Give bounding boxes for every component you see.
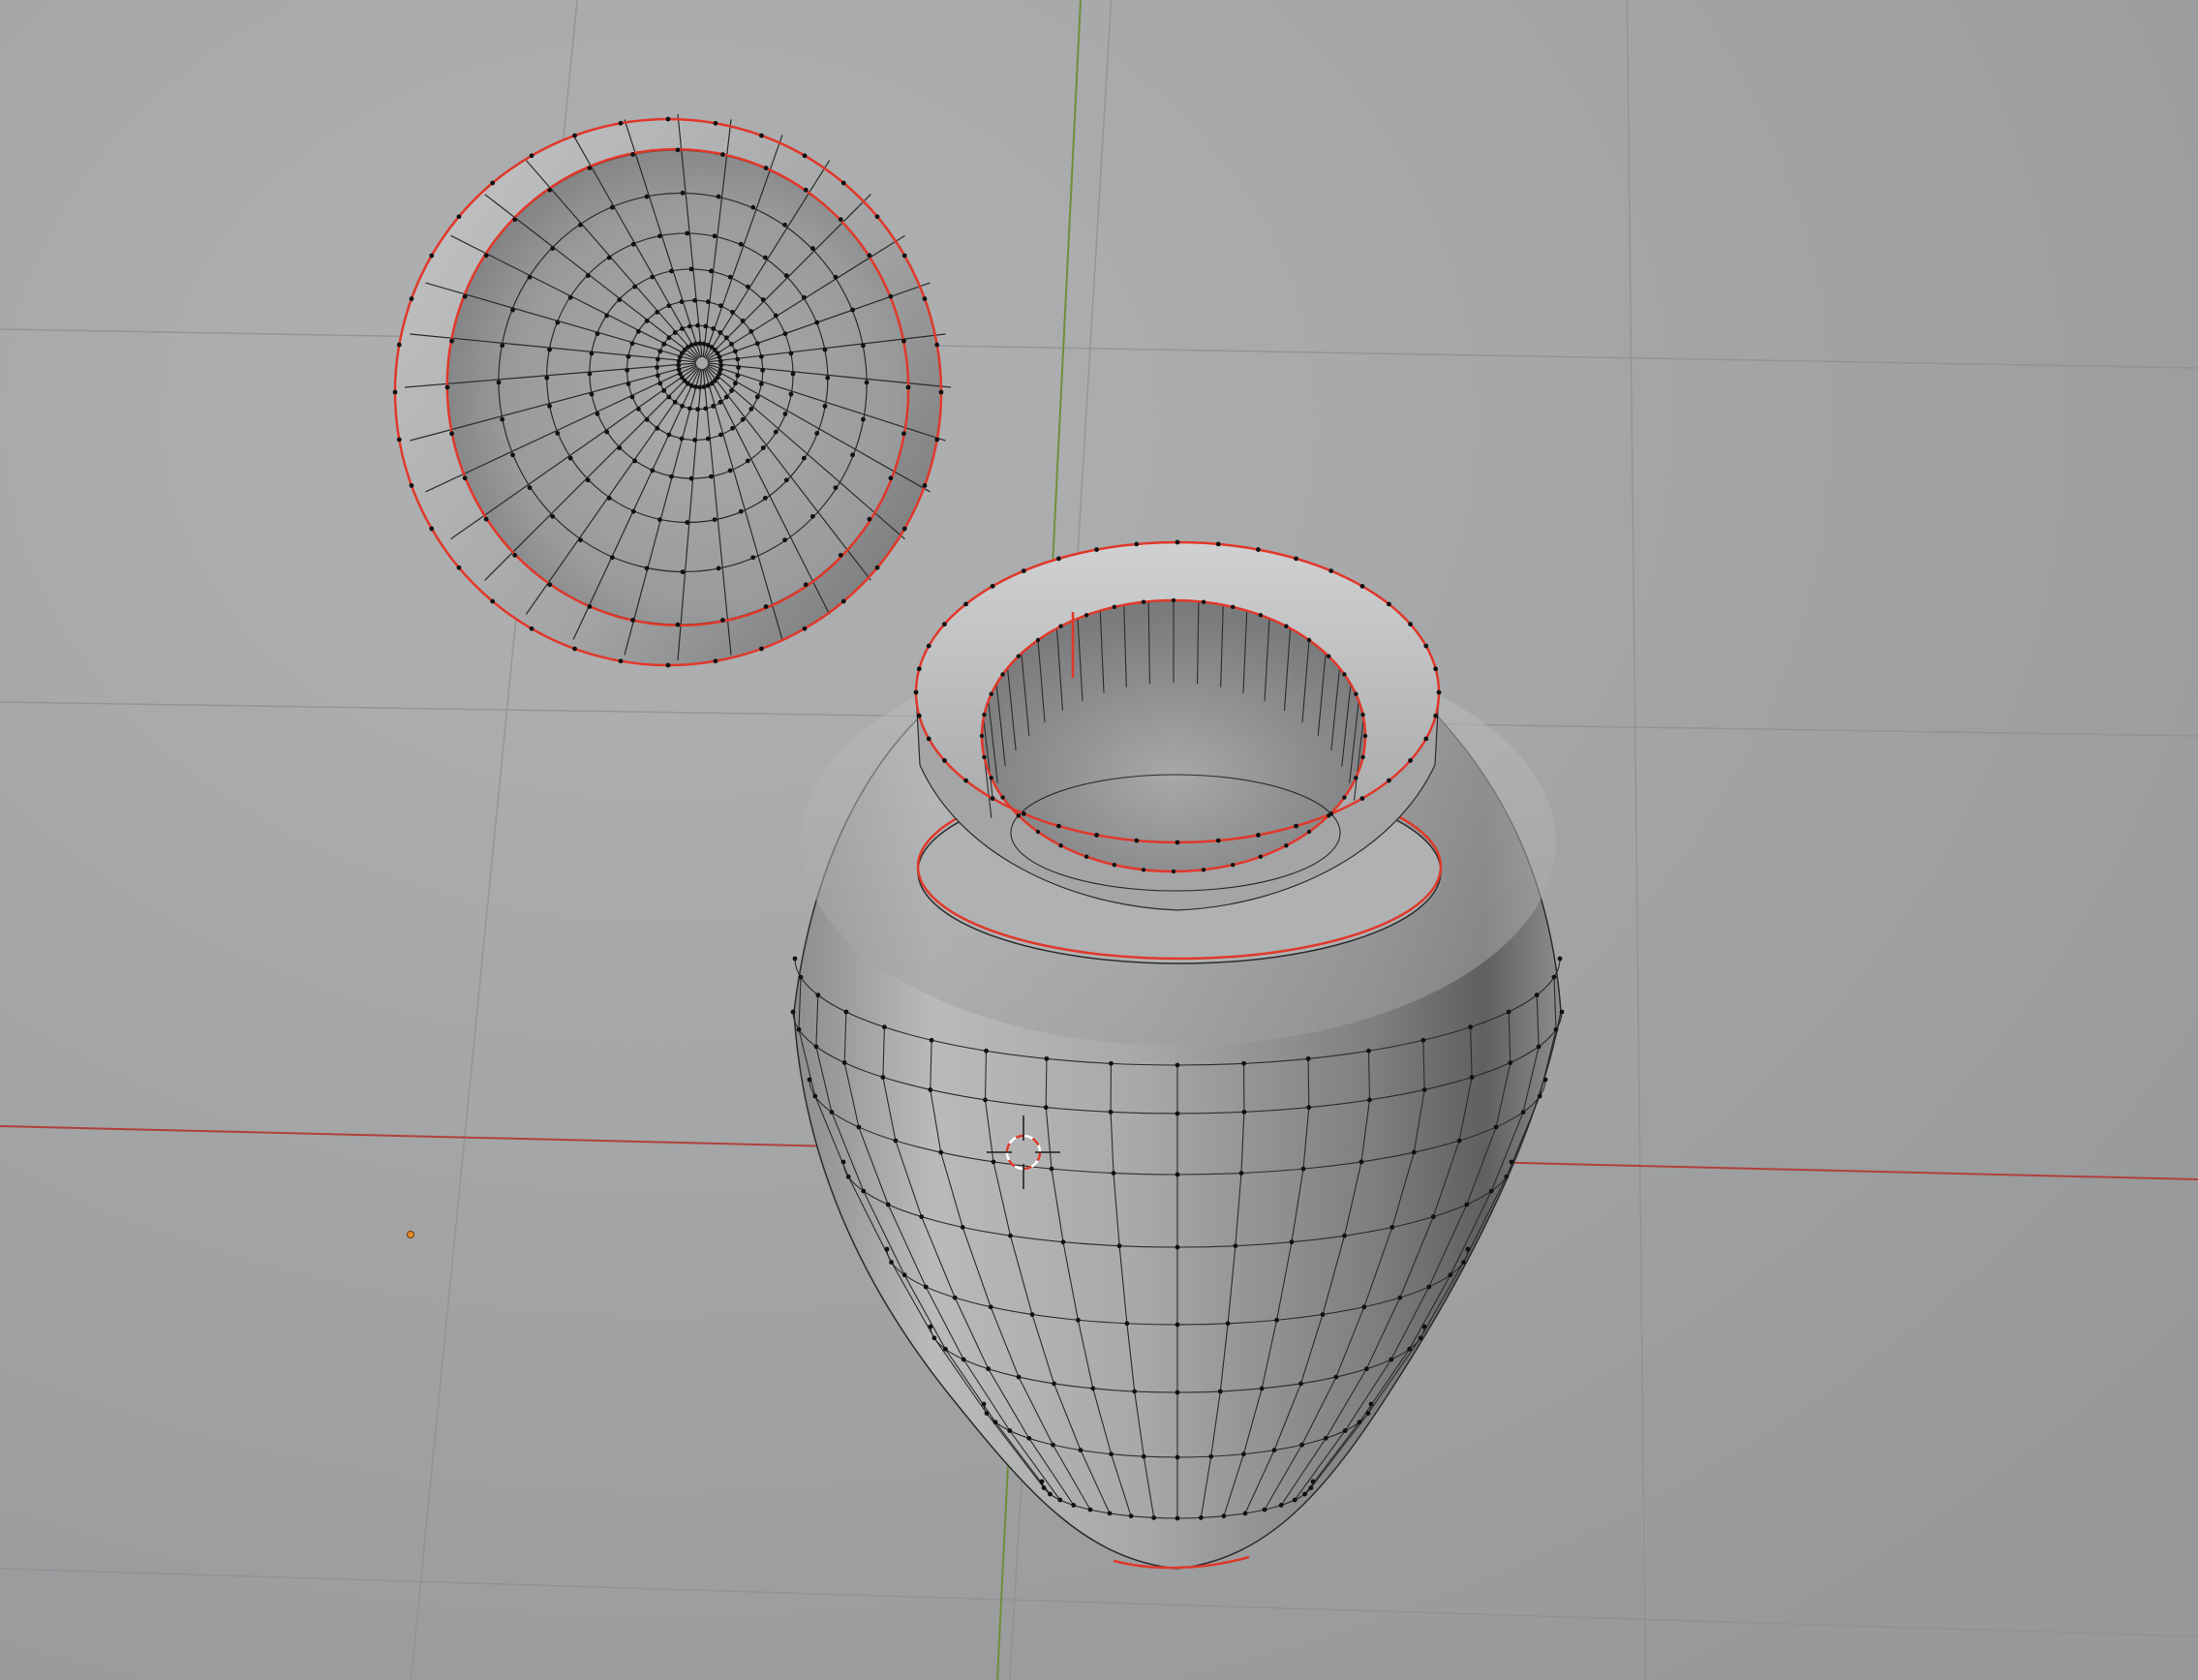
viewport-canvas[interactable] xyxy=(0,0,2198,1680)
3d-viewport[interactable] xyxy=(0,0,2198,1680)
object-origin-icon[interactable] xyxy=(407,1231,414,1238)
